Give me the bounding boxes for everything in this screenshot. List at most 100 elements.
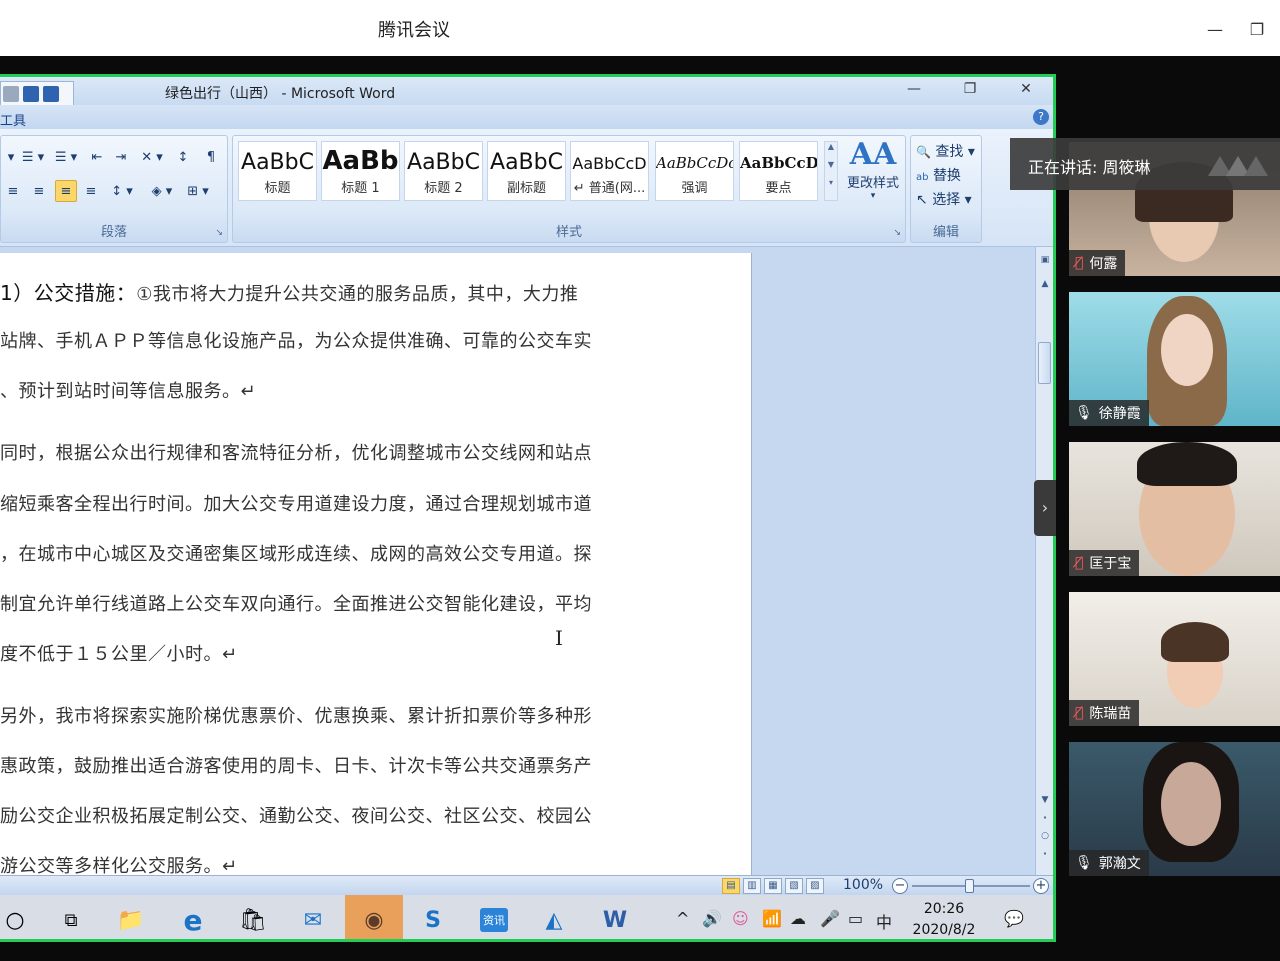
task-view-icon[interactable]: ⧉: [42, 895, 100, 939]
next-page-icon[interactable]: ⬝: [1036, 849, 1053, 859]
sogou-icon[interactable]: S: [404, 895, 462, 939]
mic-muted-icon: 🎙̸: [1075, 255, 1084, 271]
clock-time: 20:26: [923, 901, 965, 917]
align-right-icon[interactable]: ≡: [29, 180, 49, 202]
tab-tools[interactable]: 工具: [0, 110, 26, 129]
qq-icon[interactable]: ☺: [732, 909, 749, 928]
binoculars-icon: 🔍: [916, 145, 931, 159]
word-restore-button[interactable]: ❐: [958, 81, 982, 101]
change-styles-label: 更改样式: [846, 176, 899, 191]
participant-tile[interactable]: 🎙̸ 陈瑞苗: [1069, 592, 1280, 726]
align-left-icon[interactable]: ≡: [3, 180, 23, 202]
participant-tile[interactable]: 🎙 徐静霞: [1069, 292, 1280, 426]
style-sample: AaBbC: [490, 150, 563, 175]
people-icon[interactable]: [3, 86, 19, 102]
style-normal-web[interactable]: AaBbCcD ↵ 普通(网...: [570, 141, 649, 201]
chinese-layout-icon[interactable]: ✕ ▾: [137, 146, 167, 168]
borders-icon[interactable]: ⊞ ▾: [181, 180, 215, 202]
document-title: 绿色出行（山西） - Microsoft Word: [165, 86, 396, 102]
word-minimize-button[interactable]: —: [902, 81, 926, 101]
microphone-icon[interactable]: 🎤: [820, 909, 840, 928]
word-close-button[interactable]: ✕: [1014, 81, 1038, 101]
replace-button[interactable]: ab 替换: [916, 165, 961, 185]
mail-icon[interactable]: ✉: [284, 895, 342, 939]
decrease-indent-icon[interactable]: ⇤: [87, 146, 107, 168]
wifi-icon[interactable]: 📶: [762, 909, 782, 928]
prev-page-icon[interactable]: ⬝: [1036, 813, 1053, 823]
speaking-indicator: 正在讲话: 周筱琳: [1010, 138, 1280, 190]
style-heading-2[interactable]: AaBbC 标题 2: [404, 141, 483, 201]
restore-button[interactable]: ❐: [1242, 14, 1272, 44]
help-icon[interactable]: ?: [1033, 109, 1049, 125]
web-layout-icon[interactable]: ▦: [764, 878, 782, 894]
doc-line: 励公交企业积极拓展定制公交、通勤公交、夜间公交、社区公交、校园公: [0, 806, 592, 827]
participant-tile[interactable]: 🎙̸ 匡于宝: [1069, 442, 1280, 576]
replace-icon: ab: [916, 172, 929, 183]
distributed-icon[interactable]: ≡: [81, 180, 101, 202]
volume-icon[interactable]: 🔊: [702, 909, 722, 928]
change-styles-button[interactable]: AA 更改样式 ▾: [842, 137, 904, 207]
style-subtitle[interactable]: AaBbC 副标题: [487, 141, 566, 201]
vertical-scrollbar[interactable]: ▣ ▲ ▼ ⬝ ○ ⬝: [1035, 247, 1053, 875]
zoom-slider-handle[interactable]: [965, 879, 974, 893]
notification-icon[interactable]: 💬: [1004, 909, 1024, 928]
print-layout-icon[interactable]: ▤: [722, 878, 740, 894]
search-icon[interactable]: ○: [0, 895, 44, 939]
mic-icon: 🎙: [1075, 855, 1093, 871]
numbering-icon[interactable]: ☰ ▾: [19, 146, 47, 168]
draft-view-icon[interactable]: ▨: [806, 878, 824, 894]
participant-tile[interactable]: 🎙 郭瀚文: [1069, 742, 1280, 876]
style-name: 强调: [681, 181, 708, 196]
zoom-out-icon[interactable]: −: [892, 878, 908, 894]
document-area: 1）公交措施：①我市将大力提升公共交通的服务品质，其中，大力推 站牌、手机ＡＰＰ…: [0, 247, 1035, 875]
zoom-in-icon[interactable]: +: [1033, 878, 1049, 894]
document-page[interactable]: 1）公交措施：①我市将大力提升公共交通的服务品质，其中，大力推 站牌、手机ＡＰＰ…: [0, 253, 752, 875]
grid-icon[interactable]: [43, 86, 59, 102]
sort-icon[interactable]: ↕: [173, 146, 193, 168]
panel-toggle-chevron-icon[interactable]: ›: [1034, 480, 1056, 536]
show-hidden-icons[interactable]: ^: [676, 909, 689, 928]
battery-icon[interactable]: ▭: [848, 909, 863, 928]
dialog-launcher-icon[interactable]: ↘: [893, 228, 901, 238]
dialog-launcher-icon[interactable]: ↘: [215, 228, 223, 238]
find-button[interactable]: 🔍 查找 ▾: [916, 141, 975, 161]
multilevel-list-icon[interactable]: ☰ ▾: [51, 146, 81, 168]
input-method-icon[interactable]: 中: [876, 909, 892, 933]
photo-app-icon[interactable]: ◉: [345, 895, 403, 939]
file-explorer-icon[interactable]: 📁: [102, 895, 160, 939]
participant-label: 🎙 徐静霞: [1069, 400, 1149, 426]
full-screen-reading-icon[interactable]: ▥: [743, 878, 761, 894]
meeting-app-title: 腾讯会议: [378, 20, 450, 41]
bullets-dropdown-icon[interactable]: ▾: [3, 146, 19, 168]
style-gallery-scroll[interactable]: ▲ ▼ ▾: [824, 141, 838, 201]
scroll-up-icon[interactable]: ▲: [1036, 279, 1053, 289]
style-title[interactable]: AaBbC 标题: [238, 141, 317, 201]
style-emphasis[interactable]: AaBbCcDc 强调: [655, 141, 734, 201]
ruler-toggle-icon[interactable]: ▣: [1036, 255, 1053, 265]
shading-icon[interactable]: ◈ ▾: [145, 180, 179, 202]
word-icon[interactable]: W: [586, 895, 644, 939]
scroll-thumb[interactable]: [1038, 342, 1051, 384]
shirt-icon[interactable]: [23, 86, 39, 102]
tencent-news-icon[interactable]: 资讯: [465, 895, 523, 939]
select-button[interactable]: ↖ 选择 ▾: [916, 189, 972, 209]
onedrive-icon[interactable]: ☁: [790, 909, 806, 928]
meeting-titlebar: 腾讯会议 — ❐: [0, 0, 1280, 56]
minimize-button[interactable]: —: [1200, 14, 1230, 44]
participant-name: 匡于宝: [1089, 556, 1132, 572]
style-heading-1[interactable]: AaBb 标题 1: [321, 141, 400, 201]
text-cursor-icon: I: [555, 626, 563, 650]
browse-object-icon[interactable]: ○: [1036, 831, 1053, 841]
line-spacing-icon[interactable]: ↕ ▾: [105, 180, 139, 202]
edge-icon[interactable]: e: [164, 895, 222, 939]
tencent-meeting-icon[interactable]: ◭: [525, 895, 583, 939]
taskbar-clock[interactable]: 20:26 2020/8/2: [900, 899, 988, 939]
show-marks-icon[interactable]: ¶: [201, 146, 221, 168]
zoom-level[interactable]: 100%: [843, 877, 883, 893]
increase-indent-icon[interactable]: ⇥: [111, 146, 131, 168]
justify-icon[interactable]: ≡: [55, 180, 77, 202]
scroll-down-icon[interactable]: ▼: [1036, 795, 1053, 805]
store-icon[interactable]: 🛍: [224, 895, 282, 939]
outline-view-icon[interactable]: ▧: [785, 878, 803, 894]
style-strong[interactable]: AaBbCcD 要点: [739, 141, 818, 201]
